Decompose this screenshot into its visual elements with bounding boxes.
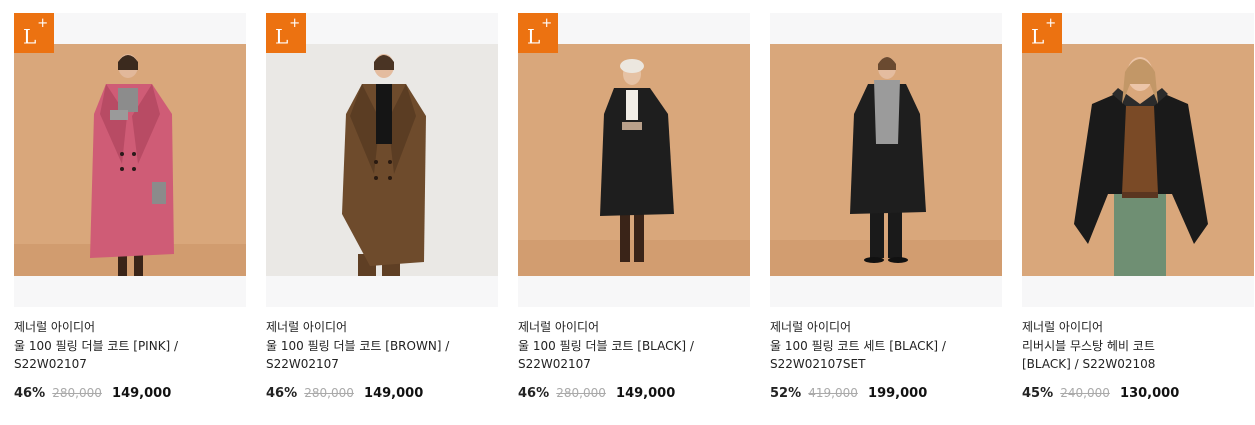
product-brand: 제너럴 아이디어 bbox=[518, 320, 600, 334]
model-pink-coat-photo[interactable] bbox=[14, 44, 246, 276]
model-black-coat-photo[interactable] bbox=[518, 44, 750, 276]
sale-price: 149,000 bbox=[112, 385, 172, 401]
price-row: 46% 280,000 149,000 bbox=[266, 384, 498, 403]
product-photo-image bbox=[518, 44, 750, 276]
lplus-badge: L+ bbox=[266, 13, 306, 53]
lplus-badge: L+ bbox=[14, 13, 54, 53]
product-thumbnail[interactable]: L+ bbox=[518, 13, 750, 307]
price-row: 46% 280,000 149,000 bbox=[518, 384, 750, 403]
lplus-badge: L+ bbox=[518, 13, 558, 53]
product-brand: 제너럴 아이디어 bbox=[1022, 320, 1104, 334]
discount-rate: 45% bbox=[1022, 385, 1054, 401]
product-thumbnail[interactable]: L+ bbox=[14, 13, 246, 307]
model-mustang-coat-photo[interactable] bbox=[1022, 44, 1254, 276]
product-code: S22W02107SET bbox=[770, 357, 866, 371]
price-row: 52% 419,000 199,000 bbox=[770, 384, 1002, 403]
original-price: 280,000 bbox=[556, 385, 606, 400]
discount-rate: 46% bbox=[266, 385, 298, 401]
product-info[interactable]: 제너럴 아이디어 울 100 필링 더블 코트 [BROWN] / S22W02… bbox=[266, 318, 498, 403]
product-brand: 제너럴 아이디어 bbox=[266, 320, 348, 334]
product-photo-image bbox=[266, 44, 498, 276]
product-photo-image bbox=[770, 44, 1002, 276]
original-price: 280,000 bbox=[52, 385, 102, 400]
product-photo-image bbox=[14, 44, 246, 276]
product-name: 울 100 필링 더블 코트 [PINK] / bbox=[14, 338, 179, 353]
discount-rate: 46% bbox=[14, 385, 46, 401]
product-thumbnail[interactable] bbox=[770, 13, 1002, 307]
product-card[interactable]: L+ 제너럴 아이디어 울 100 필링 더블 코트 [BROWN] / S22… bbox=[266, 13, 498, 403]
product-code: S22W02107 bbox=[266, 357, 339, 371]
product-card[interactable]: L+ 제너럴 아이디어 리버시블 무스탕 헤비 코트 [BLACK] / S22… bbox=[1022, 13, 1254, 403]
sale-price: 199,000 bbox=[868, 385, 928, 401]
product-info[interactable]: 제너럴 아이디어 울 100 필링 더블 코트 [PINK] / S22W021… bbox=[14, 318, 246, 403]
price-row: 45% 240,000 130,000 bbox=[1022, 384, 1254, 403]
price-row: 46% 280,000 149,000 bbox=[14, 384, 246, 403]
product-info[interactable]: 제너럴 아이디어 울 100 필링 더블 코트 [BLACK] / S22W02… bbox=[518, 318, 750, 403]
product-name: 울 100 필링 더블 코트 [BROWN] / bbox=[266, 338, 450, 353]
product-grid: L+ 제너럴 아이디어 울 100 필링 더블 코트 [PINK] / S22W… bbox=[0, 0, 1255, 425]
product-card[interactable]: L+ 제너럴 아이디어 울 100 필링 더블 코트 [BLACK] / S22… bbox=[518, 13, 750, 403]
product-card[interactable]: 제너럴 아이디어 울 100 필링 코트 세트 [BLACK] / S22W02… bbox=[770, 13, 1002, 403]
product-code: S22W02107 bbox=[14, 357, 87, 371]
product-name: 울 100 필링 더블 코트 [BLACK] / bbox=[518, 338, 694, 353]
sale-price: 149,000 bbox=[616, 385, 676, 401]
discount-rate: 52% bbox=[770, 385, 802, 401]
product-brand: 제너럴 아이디어 bbox=[14, 320, 96, 334]
product-info[interactable]: 제너럴 아이디어 리버시블 무스탕 헤비 코트 [BLACK] / S22W02… bbox=[1022, 318, 1254, 403]
original-price: 280,000 bbox=[304, 385, 354, 400]
product-code: [BLACK] / S22W02108 bbox=[1022, 357, 1156, 371]
product-code: S22W02107 bbox=[518, 357, 591, 371]
sale-price: 130,000 bbox=[1120, 385, 1180, 401]
product-name: 울 100 필링 코트 세트 [BLACK] / bbox=[770, 338, 946, 353]
product-card[interactable]: L+ 제너럴 아이디어 울 100 필링 더블 코트 [PINK] / S22W… bbox=[14, 13, 246, 403]
model-brown-coat-photo[interactable] bbox=[266, 44, 498, 276]
product-thumbnail[interactable]: L+ bbox=[266, 13, 498, 307]
original-price: 419,000 bbox=[808, 385, 858, 400]
original-price: 240,000 bbox=[1060, 385, 1110, 400]
product-name: 리버시블 무스탕 헤비 코트 bbox=[1022, 338, 1155, 353]
product-info[interactable]: 제너럴 아이디어 울 100 필링 코트 세트 [BLACK] / S22W02… bbox=[770, 318, 1002, 403]
product-brand: 제너럴 아이디어 bbox=[770, 320, 852, 334]
product-thumbnail[interactable]: L+ bbox=[1022, 13, 1254, 307]
lplus-badge: L+ bbox=[1022, 13, 1062, 53]
sale-price: 149,000 bbox=[364, 385, 424, 401]
model-black-coat-set-photo[interactable] bbox=[770, 44, 1002, 276]
discount-rate: 46% bbox=[518, 385, 550, 401]
product-photo-image bbox=[1022, 44, 1254, 276]
